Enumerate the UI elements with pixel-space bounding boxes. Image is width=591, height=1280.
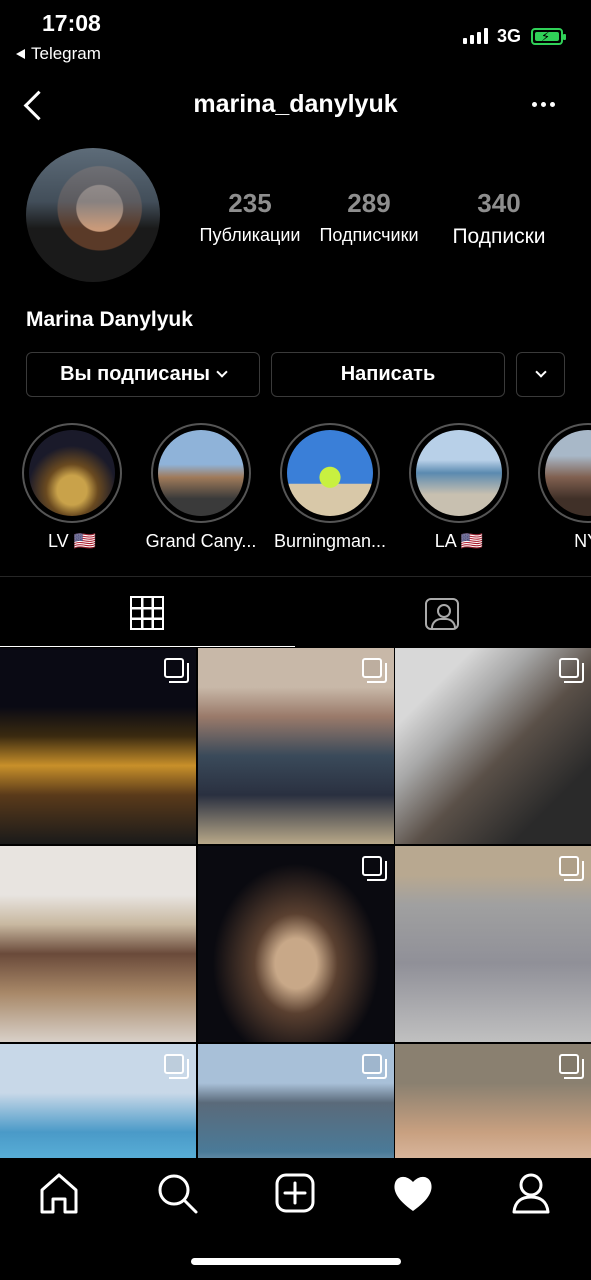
stat-following[interactable]: 340 Подписки (428, 188, 570, 249)
back-to-app-link[interactable]: Telegram (16, 44, 101, 64)
suggestions-button[interactable] (516, 352, 565, 397)
signal-icon (463, 28, 488, 44)
chevron-down-icon (216, 366, 228, 378)
stat-posts[interactable]: 235 Публикации (190, 188, 310, 249)
highlight-ny[interactable]: NY, (538, 423, 591, 552)
more-options-icon[interactable] (532, 94, 562, 114)
carousel-icon (559, 658, 584, 683)
highlight-lv[interactable]: LV 🇺🇸 (22, 423, 122, 552)
search-icon[interactable] (152, 1168, 202, 1218)
profile-header: marina_danylyuk (0, 80, 591, 130)
highlight-label: LA 🇺🇸 (434, 531, 484, 551)
highlight-image (416, 430, 502, 516)
profile-stats: 235 Публикации 289 Подписчики 340 Подпис… (190, 188, 570, 249)
post-thumbnail[interactable] (0, 648, 196, 844)
highlight-label: Grand Cany... (145, 531, 257, 551)
post-thumbnail[interactable] (395, 1044, 591, 1158)
tagged-icon (425, 598, 459, 630)
username-title: marina_danylyuk (193, 90, 398, 118)
highlight-la[interactable]: LA 🇺🇸 (409, 423, 509, 552)
carousel-icon (164, 658, 189, 683)
post-thumbnail[interactable] (198, 648, 394, 844)
chevron-down-icon (534, 366, 547, 378)
highlight-burningman[interactable]: Burningman... (274, 423, 386, 552)
carousel-icon (164, 1054, 189, 1079)
post-thumbnail[interactable] (0, 846, 196, 1042)
grid-icon (130, 596, 164, 630)
network-type: 3G (497, 26, 522, 46)
profile-tabs (0, 576, 591, 647)
highlight-image (287, 430, 373, 516)
profile-icon[interactable] (506, 1168, 556, 1218)
home-icon[interactable] (34, 1168, 84, 1218)
highlight-label: Burningman... (273, 531, 387, 551)
carousel-icon (362, 1054, 387, 1079)
add-post-icon[interactable] (270, 1168, 320, 1218)
stat-following-label: Подписки (452, 225, 546, 248)
stat-following-value: 340 (477, 188, 521, 218)
battery-icon: ⚡ (531, 28, 566, 45)
bottom-navigation (0, 1158, 591, 1280)
message-label: Написать (340, 363, 436, 385)
stat-posts-value: 235 (228, 188, 272, 218)
status-bar: 17:08 Telegram 3G ⚡ (0, 0, 591, 70)
following-button[interactable]: Вы подписаны (26, 352, 260, 397)
status-time: 17:08 (42, 10, 101, 36)
following-label: Вы подписаны (60, 363, 210, 385)
post-thumbnail[interactable] (395, 846, 591, 1042)
carousel-icon (362, 658, 387, 683)
stat-followers-value: 289 (347, 188, 391, 218)
avatar[interactable] (26, 148, 160, 282)
highlight-image (29, 430, 115, 516)
back-triangle-icon (16, 49, 25, 59)
highlight-image (158, 430, 244, 516)
tab-tagged[interactable] (296, 577, 591, 647)
highlight-label: NY, (574, 531, 591, 551)
full-name: Marina Danylyuk (26, 308, 193, 331)
post-thumbnail[interactable] (198, 1044, 394, 1158)
message-button[interactable]: Написать (271, 352, 505, 397)
photo-grid (0, 648, 591, 1158)
highlight-label: LV 🇺🇸 (47, 531, 97, 551)
post-thumbnail[interactable] (198, 846, 394, 1042)
highlight-image (545, 430, 591, 516)
post-thumbnail[interactable] (0, 1044, 196, 1158)
highlight-grand-canyon[interactable]: Grand Cany... (146, 423, 256, 552)
stat-posts-label: Публикации (199, 225, 301, 245)
back-app-label: Telegram (31, 44, 101, 63)
stat-followers[interactable]: 289 Подписчики (310, 188, 428, 249)
tab-grid[interactable] (0, 577, 295, 647)
carousel-icon (362, 856, 387, 881)
post-thumbnail[interactable] (395, 648, 591, 844)
carousel-icon (559, 856, 584, 881)
home-indicator[interactable] (191, 1258, 401, 1265)
story-highlights: LV 🇺🇸 Grand Cany... Burningman... LA 🇺🇸 … (22, 423, 591, 553)
heart-icon[interactable] (388, 1168, 438, 1218)
stat-followers-label: Подписчики (319, 225, 419, 245)
carousel-icon (559, 1054, 584, 1079)
